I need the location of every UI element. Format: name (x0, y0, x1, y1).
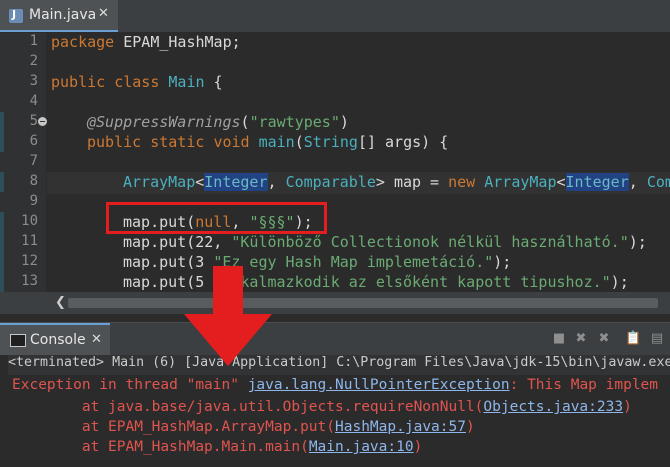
line-number: 7 (29, 153, 38, 169)
scrollbar-thumb[interactable] (68, 298, 658, 308)
horizontal-scrollbar[interactable]: ❮ (0, 292, 670, 314)
red-arrow-annotation (184, 266, 272, 366)
java-file-icon (9, 8, 23, 23)
exception-link[interactable]: java.lang.NullPointerException (248, 377, 510, 393)
line-number: 3 (29, 73, 38, 89)
terminate-icon[interactable]: ■ (552, 332, 566, 346)
editor-tab-bar: Main.java ✕ (0, 0, 670, 33)
console-output[interactable]: <terminated> Main (6) [Java Application]… (0, 355, 670, 467)
close-console-icon[interactable]: ✕ (91, 332, 102, 347)
code-line-11: map.put(22, "Különböző Collectionok nélk… (123, 233, 647, 251)
line-number: 11 (21, 233, 38, 249)
code-line-8: ArrayMap<Integer, Comparable> map = new … (123, 173, 670, 191)
remove-launch-icon[interactable]: ✖ (574, 332, 588, 346)
line-number: 4 (29, 93, 38, 109)
terminated-status-line: <terminated> Main (6) [Java Application]… (8, 355, 670, 375)
line-number: 13 (21, 273, 38, 289)
stack-trace-link[interactable]: HashMap.java:57 (335, 419, 466, 435)
line-number: 9 (29, 193, 38, 209)
tab-main-java[interactable]: Main.java ✕ (0, 0, 118, 32)
close-tab-icon[interactable]: ✕ (98, 6, 109, 21)
code-line-1: package EPAM_HashMap; (51, 33, 241, 51)
fold-collapse-icon[interactable] (38, 117, 47, 126)
line-number: 6 (29, 133, 38, 149)
console-tab-label: Console (30, 332, 86, 348)
line-number: 8 (29, 173, 38, 189)
code-line-5: @SuppressWarnings("rawtypes") (87, 113, 349, 131)
exception-line: Exception in thread "main" java.lang.Nul… (12, 377, 659, 393)
clear-console-icon[interactable]: ▤ (650, 332, 664, 346)
stack-trace-link[interactable]: Main.java:10 (309, 439, 414, 455)
tab-console[interactable]: Console ✕ (0, 323, 110, 356)
code-line-6: public static void main(String[] args) { (87, 133, 449, 151)
line-number: 10 (21, 213, 38, 229)
stack-trace-link[interactable]: Objects.java:233 (483, 399, 623, 415)
line-number-gutter: 1 2 3 4 5 6 7 8 9 10 11 12 13 (0, 33, 47, 292)
tab-label: Main.java (29, 7, 97, 23)
console-icon (10, 334, 26, 347)
code-editor[interactable]: 1 2 3 4 5 6 7 8 9 10 11 12 13 package EP… (0, 33, 670, 292)
line-number: 5 (29, 113, 38, 129)
stack-trace-line: at EPAM_HashMap.ArrayMap.put(HashMap.jav… (12, 419, 475, 435)
stack-trace-line: at EPAM_HashMap.Main.main(Main.java:10) (12, 439, 423, 455)
console-tab-bar: Console ✕ ■ ✖ ✖ 📋 ▤ (0, 322, 670, 356)
line-number: 12 (21, 253, 38, 269)
copy-icon[interactable]: 📋 (625, 332, 641, 346)
line-number: 1 (29, 33, 38, 49)
stack-trace-line: at java.base/java.util.Objects.requireNo… (12, 399, 632, 415)
highlight-box-annotation (106, 202, 327, 234)
line-number: 2 (29, 53, 38, 69)
remove-all-terminated-icon[interactable]: ✖ (597, 332, 611, 346)
code-line-3: public class Main { (51, 73, 223, 91)
scroll-left-icon[interactable]: ❮ (55, 295, 66, 310)
